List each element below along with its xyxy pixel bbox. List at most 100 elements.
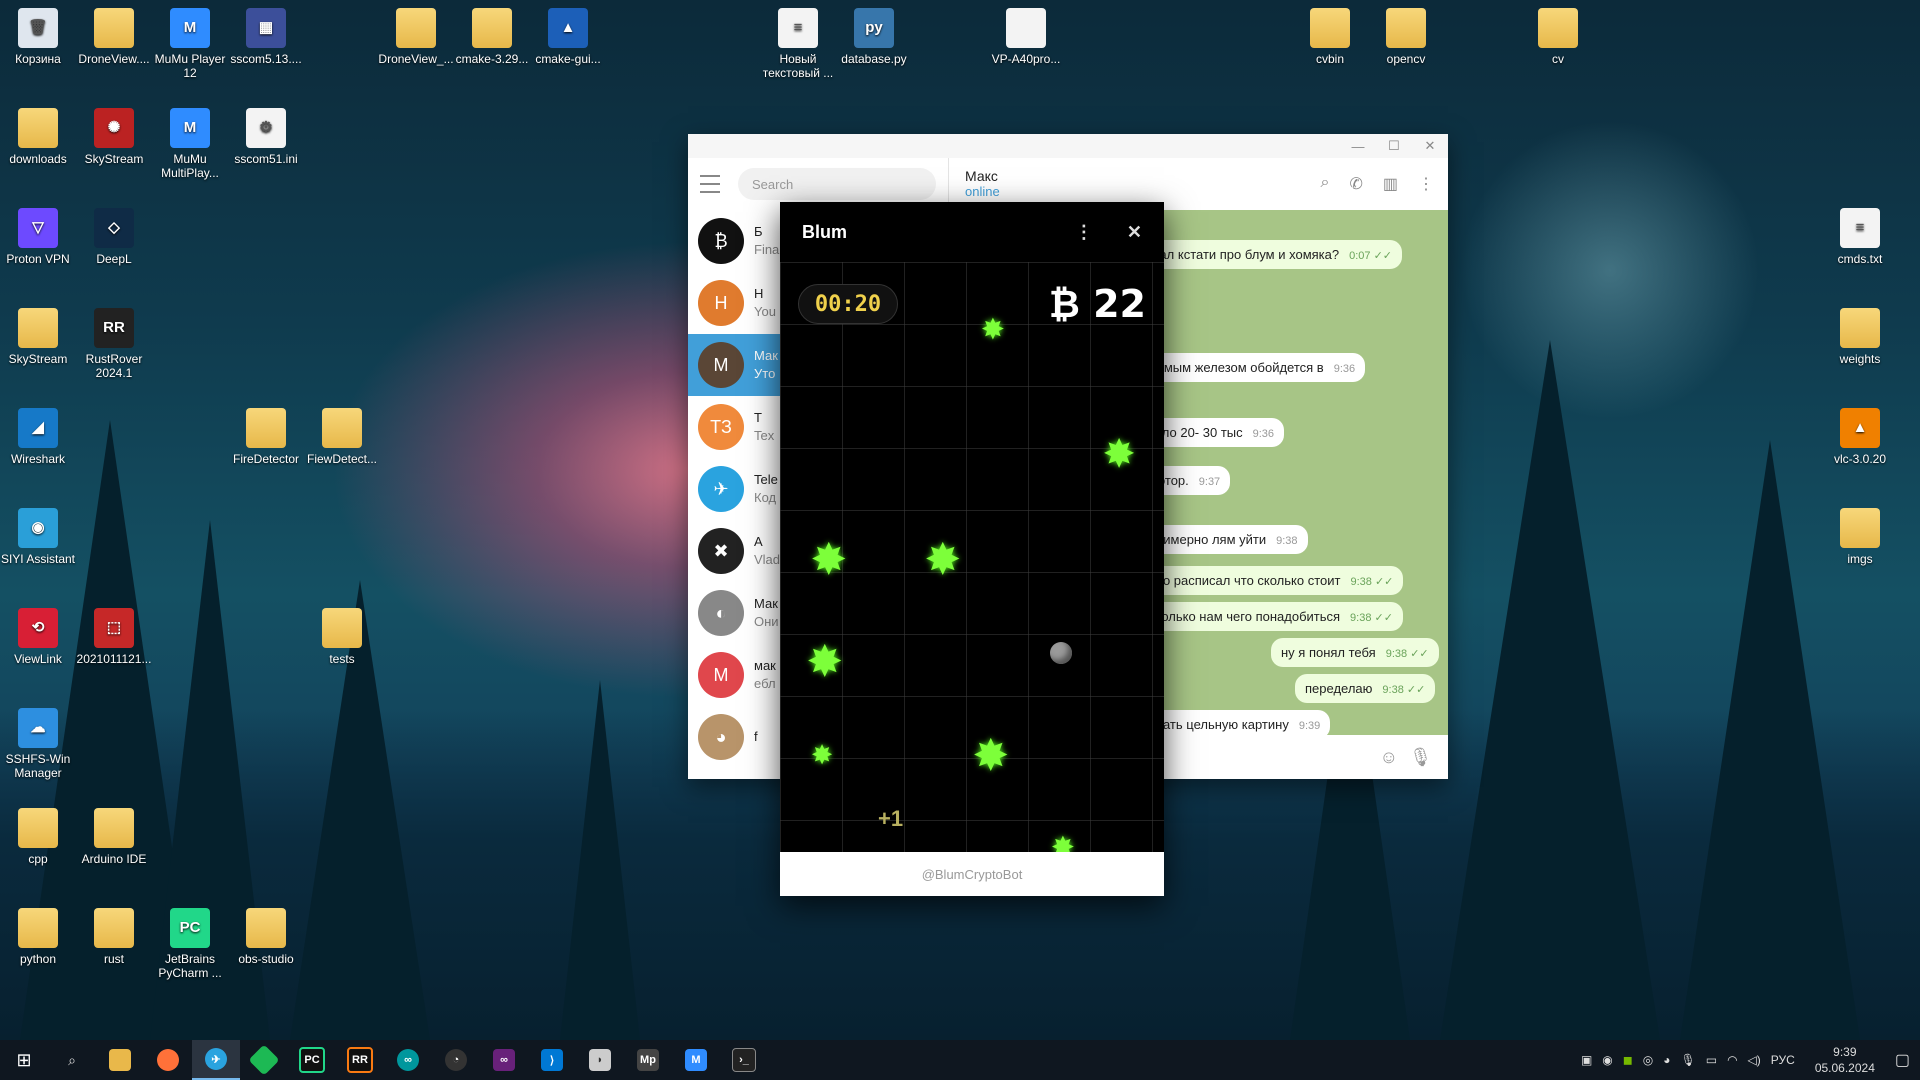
desktop-icon[interactable]: ▲ cmake-gui... bbox=[530, 8, 606, 66]
language-indicator[interactable]: РУС bbox=[1771, 1053, 1795, 1067]
taskbar-vscode[interactable]: ⟩ bbox=[528, 1040, 576, 1080]
taskbar-rustrover[interactable]: RR bbox=[336, 1040, 384, 1080]
taskbar-arduino[interactable]: ∞ bbox=[384, 1040, 432, 1080]
desktop-icon[interactable]: SkyStream bbox=[0, 308, 76, 366]
clover-icon[interactable]: ✸ bbox=[974, 736, 1008, 776]
desktop-icon[interactable]: PC JetBrains PyCharm ... bbox=[152, 908, 228, 980]
taskbar-app[interactable]: Mp bbox=[624, 1040, 672, 1080]
desktop-icon[interactable]: ≡ Новый текстовый ... bbox=[760, 8, 836, 80]
clover-icon[interactable]: ✸ bbox=[982, 316, 1004, 342]
game-field[interactable]: 00:20 ₿ 22 ✸ ✸ ✸ ✸ ✸ ✸ ✸ ✸ +1 bbox=[780, 262, 1164, 852]
desktop-icon[interactable]: M MuMu MultiPlay... bbox=[152, 108, 228, 180]
taskbar-visualstudio[interactable]: ∞ bbox=[480, 1040, 528, 1080]
taskbar-app[interactable]: ◗ bbox=[576, 1040, 624, 1080]
desktop-icon[interactable]: opencv bbox=[1368, 8, 1444, 66]
desktop-icon[interactable]: ◢ Wireshark bbox=[0, 408, 76, 466]
clover-icon[interactable]: ✸ bbox=[808, 642, 842, 682]
desktop-icon[interactable]: imgs bbox=[1822, 508, 1898, 566]
desktop-icon[interactable]: cpp bbox=[0, 808, 76, 866]
message-bubble[interactable]: чно расписал что сколько стоит 9:38 ✓✓ bbox=[1139, 566, 1404, 595]
desktop-icon[interactable]: ✺ SkyStream bbox=[76, 108, 152, 166]
volume-icon[interactable]: ◁) bbox=[1748, 1053, 1761, 1067]
more-icon[interactable]: ⋮ bbox=[1418, 174, 1434, 194]
desktop-icon[interactable]: ▲ vlc-3.0.20 bbox=[1822, 408, 1898, 466]
taskbar-app[interactable] bbox=[240, 1040, 288, 1080]
desktop-icon[interactable]: cv bbox=[1520, 8, 1596, 66]
desktop-icon[interactable]: FireDetector bbox=[228, 408, 304, 466]
desktop-icon[interactable]: ⚙ sscom51.ini bbox=[228, 108, 304, 166]
desktop-icon[interactable]: DroneView_... bbox=[378, 8, 454, 66]
desktop-icon[interactable]: weights bbox=[1822, 308, 1898, 366]
desktop-icon[interactable]: py database.py bbox=[836, 8, 912, 66]
wifi-icon[interactable]: ◠ bbox=[1727, 1053, 1737, 1067]
maximize-button[interactable]: ☐ bbox=[1376, 138, 1412, 154]
start-button[interactable]: ⊞ bbox=[0, 1040, 48, 1080]
desktop-icon[interactable]: ☁ SSHFS-Win Manager bbox=[0, 708, 76, 780]
desktop-icon[interactable]: M MuMu Player 12 bbox=[152, 8, 228, 80]
desktop-icon[interactable]: cvbin bbox=[1292, 8, 1368, 66]
taskbar-pycharm[interactable]: PC bbox=[288, 1040, 336, 1080]
search-icon[interactable]: ⌕ bbox=[1321, 174, 1330, 194]
file-icon: ⚙ bbox=[246, 108, 286, 148]
desktop-icon[interactable]: tests bbox=[304, 608, 380, 666]
clover-icon[interactable]: ✸ bbox=[812, 540, 846, 580]
more-icon[interactable]: ⋮ bbox=[1075, 222, 1093, 243]
tray-app-icon[interactable]: ▣ bbox=[1581, 1053, 1592, 1067]
close-button[interactable]: ✕ bbox=[1412, 138, 1448, 154]
message-bubble[interactable]: ну я понял тебя 9:38 ✓✓ bbox=[1271, 638, 1439, 667]
battery-icon[interactable]: ▭ bbox=[1706, 1053, 1717, 1067]
message-bubble[interactable]: сколько нам чего понадобиться 9:38 ✓✓ bbox=[1139, 602, 1403, 631]
taskbar-terminal[interactable]: ›_ bbox=[720, 1040, 768, 1080]
desktop-icon[interactable]: ≡ cmds.txt bbox=[1822, 208, 1898, 266]
desktop-icon[interactable]: FiewDetect... bbox=[304, 408, 380, 466]
desktop-icon[interactable]: ⬚ 2021011121... bbox=[76, 608, 152, 666]
chat-name: f bbox=[754, 729, 758, 744]
message-bubble[interactable]: примерно лям уйти 9:38 bbox=[1139, 525, 1308, 554]
sidebar-toggle-icon[interactable]: ▥ bbox=[1383, 174, 1398, 194]
taskbar-explorer[interactable] bbox=[96, 1040, 144, 1080]
notification-icon[interactable]: ▢ bbox=[1895, 1050, 1910, 1070]
tray-app-icon[interactable]: ◉ bbox=[1602, 1053, 1612, 1067]
taskbar-mumu[interactable]: M bbox=[672, 1040, 720, 1080]
clover-icon[interactable]: ✸ bbox=[812, 744, 832, 768]
message-bubble[interactable]: шал кстати про блум и хомяка? 0:07 ✓✓ bbox=[1139, 240, 1403, 269]
desktop-icon[interactable]: obs-studio bbox=[228, 908, 304, 966]
desktop-icon[interactable]: ▽ Proton VPN bbox=[0, 208, 76, 266]
clover-icon[interactable]: ✸ bbox=[1052, 834, 1074, 852]
clover-icon[interactable]: ✸ bbox=[1104, 436, 1134, 472]
minimize-button[interactable]: — bbox=[1340, 139, 1376, 154]
message-bubble[interactable]: димым железом обойдется в 9:36 bbox=[1139, 353, 1366, 382]
desktop-icon[interactable]: Arduino IDE bbox=[76, 808, 152, 866]
desktop-icon[interactable]: ◉ SIYI Assistant bbox=[0, 508, 76, 566]
game-score: ₿ 22 bbox=[1048, 282, 1146, 326]
desktop-icon[interactable]: ◇ DeepL bbox=[76, 208, 152, 266]
message-bubble[interactable]: переделаю 9:38 ✓✓ bbox=[1295, 674, 1436, 703]
menu-icon[interactable] bbox=[700, 175, 720, 193]
desktop-icon[interactable]: 🗑 Корзина bbox=[0, 8, 76, 66]
microphone-icon[interactable]: 🎙 bbox=[1409, 747, 1432, 768]
taskbar-firefox[interactable] bbox=[144, 1040, 192, 1080]
emoji-icon[interactable]: ☺ bbox=[1380, 747, 1398, 768]
desktop-icon[interactable]: ⟲ ViewLink bbox=[0, 608, 76, 666]
close-icon[interactable]: ✕ bbox=[1127, 222, 1142, 243]
taskbar-telegram[interactable]: ✈ bbox=[192, 1040, 240, 1080]
tray-chrome-icon[interactable]: ◕ bbox=[1663, 1053, 1670, 1067]
taskbar-app[interactable]: ◔ bbox=[432, 1040, 480, 1080]
desktop-icon[interactable]: RR RustRover 2024.1 bbox=[76, 308, 152, 380]
clover-icon[interactable]: ✸ bbox=[926, 540, 960, 580]
search-button[interactable]: ⌕ bbox=[48, 1040, 96, 1080]
search-input[interactable]: Search bbox=[738, 168, 936, 200]
desktop-icon[interactable]: python bbox=[0, 908, 76, 966]
desktop-icon[interactable]: rust bbox=[76, 908, 152, 966]
desktop-icon[interactable]: downloads bbox=[0, 108, 76, 166]
tray-app-icon[interactable]: ◎ bbox=[1643, 1053, 1653, 1067]
bomb-icon[interactable] bbox=[1050, 642, 1072, 664]
call-icon[interactable]: ✆ bbox=[1349, 174, 1362, 194]
tray-nvidia-icon[interactable]: ◼ bbox=[1623, 1053, 1633, 1067]
desktop-icon[interactable]: cmake-3.29... bbox=[454, 8, 530, 66]
desktop-icon[interactable]: ▦ sscom5.13.... bbox=[228, 8, 304, 66]
desktop-icon[interactable]: VP-A40pro... bbox=[988, 8, 1064, 66]
microphone-icon[interactable]: 🎙 bbox=[1680, 1053, 1695, 1067]
clock[interactable]: 9:39 05.06.2024 bbox=[1815, 1044, 1875, 1076]
desktop-icon[interactable]: DroneView.... bbox=[76, 8, 152, 66]
